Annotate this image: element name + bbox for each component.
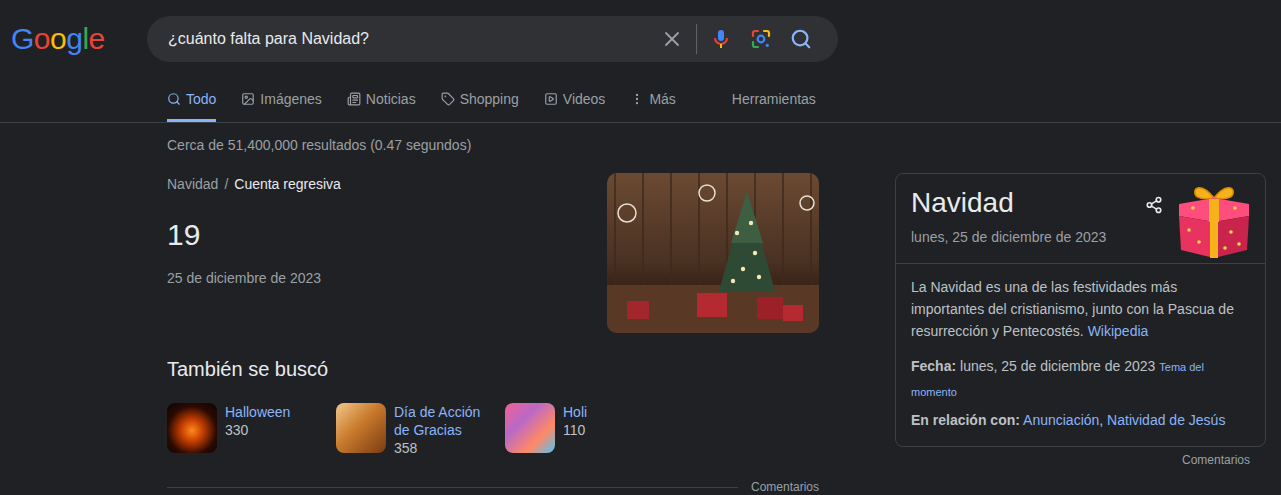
result-stats: Cerca de 51,400,000 resultados (0.47 seg…: [167, 135, 819, 155]
tab-icon: [241, 92, 255, 106]
panel-subtitle: lunes, 25 de diciembre de 2023: [911, 227, 1145, 247]
countdown-card: Navidad/Cuenta regresiva 19 25 de diciembr…: [167, 173, 819, 333]
divider: [167, 487, 738, 488]
related-thumbnail[interactable]: [505, 403, 555, 453]
tab-icon: [544, 92, 558, 106]
feedback-link[interactable]: Comentarios: [751, 479, 819, 495]
search-box[interactable]: ¿cuánto falta para Navidad?: [147, 16, 838, 62]
gift-icon: [1173, 178, 1255, 260]
google-logo[interactable]: Google: [11, 21, 105, 57]
tab-icon: [167, 92, 181, 106]
related-link[interactable]: Anunciación: [1023, 412, 1099, 428]
related-count: 358: [394, 439, 494, 457]
related-link[interactable]: Natividad de Jesús: [1107, 412, 1225, 428]
related-list: Halloween330Día de Acción de Gracias358H…: [167, 403, 819, 457]
breadcrumb-item[interactable]: Cuenta regresiva: [234, 173, 341, 195]
search-query[interactable]: ¿cuánto falta para Navidad?: [168, 30, 652, 48]
logo-box[interactable]: Google: [0, 21, 147, 57]
tab[interactable]: Videos: [544, 76, 606, 122]
breadcrumb: Navidad/Cuenta regresiva: [167, 173, 341, 195]
tab-icon: [441, 92, 455, 106]
clear-button[interactable]: [652, 19, 692, 59]
tab[interactable]: Shopping: [441, 76, 519, 122]
tabs-bar: Todo Imágenes Noticias Shopping Videos Más Her…: [0, 76, 1281, 123]
share-icon[interactable]: [1145, 196, 1163, 214]
related-label[interactable]: Halloween: [225, 403, 325, 421]
gift-image: [1173, 178, 1255, 260]
related-label[interactable]: Holi: [563, 403, 663, 421]
tab-icon: [347, 92, 361, 106]
panel-title: Navidad: [911, 185, 1145, 221]
tab[interactable]: Todo: [167, 76, 216, 122]
related-thumbnail[interactable]: [167, 403, 217, 453]
tab-icon: [630, 92, 644, 106]
related-label[interactable]: Día de Acción de Gracias: [394, 403, 494, 439]
results-column: Cerca de 51,400,000 resultados (0.47 seg…: [167, 123, 819, 495]
christmas-photo[interactable]: [607, 173, 819, 333]
header: Google ¿cuánto falta para Navidad?: [0, 0, 1281, 62]
search-page: Google ¿cuánto falta para Navidad? Todo Imá…: [0, 0, 1281, 495]
tab[interactable]: Imágenes: [241, 76, 321, 122]
voice-button[interactable]: [701, 19, 741, 59]
related-item[interactable]: Holi110: [505, 403, 674, 457]
related-count: 330: [225, 421, 325, 439]
knowledge-column: Navidad lunes, 25 de diciembre de 2023 La …: [895, 173, 1266, 468]
share-button[interactable]: [1145, 196, 1163, 214]
tree-icon: [607, 173, 819, 333]
related-count: 110: [563, 421, 663, 439]
clear-icon[interactable]: [660, 27, 684, 51]
search-icon[interactable]: [790, 28, 812, 50]
related-fact: En relación con: Anunciación, Natividad …: [911, 408, 1250, 432]
related-item[interactable]: Halloween330: [167, 403, 336, 457]
panel-feedback-link[interactable]: Comentarios: [1182, 452, 1250, 468]
source-link[interactable]: Wikipedia: [1088, 323, 1149, 339]
lens-icon[interactable]: [749, 27, 773, 51]
feedback-row: Comentarios: [167, 479, 819, 495]
knowledge-panel: Navidad lunes, 25 de diciembre de 2023 La …: [895, 173, 1266, 447]
tab[interactable]: Más: [630, 76, 675, 122]
countdown-date: 25 de diciembre de 2023: [167, 268, 341, 288]
related-thumbnail[interactable]: [336, 403, 386, 453]
breadcrumb-item[interactable]: Navidad: [167, 173, 218, 195]
tools-button[interactable]: Herramientas: [732, 76, 816, 122]
date-fact: Fecha: lunes, 25 de diciembre de 2023 Te…: [911, 354, 1250, 404]
panel-description: La Navidad es una de las festividades má…: [911, 276, 1250, 342]
microphone-icon[interactable]: [709, 27, 733, 51]
main: Cerca de 51,400,000 resultados (0.47 seg…: [0, 123, 1281, 495]
tab[interactable]: Noticias: [347, 76, 416, 122]
search-button[interactable]: [781, 19, 821, 59]
related-title: También se buscó: [167, 355, 819, 383]
lens-button[interactable]: [741, 19, 781, 59]
related-item[interactable]: Día de Acción de Gracias358: [336, 403, 505, 457]
days-left: 19: [167, 217, 341, 253]
search-separator: [696, 24, 697, 54]
